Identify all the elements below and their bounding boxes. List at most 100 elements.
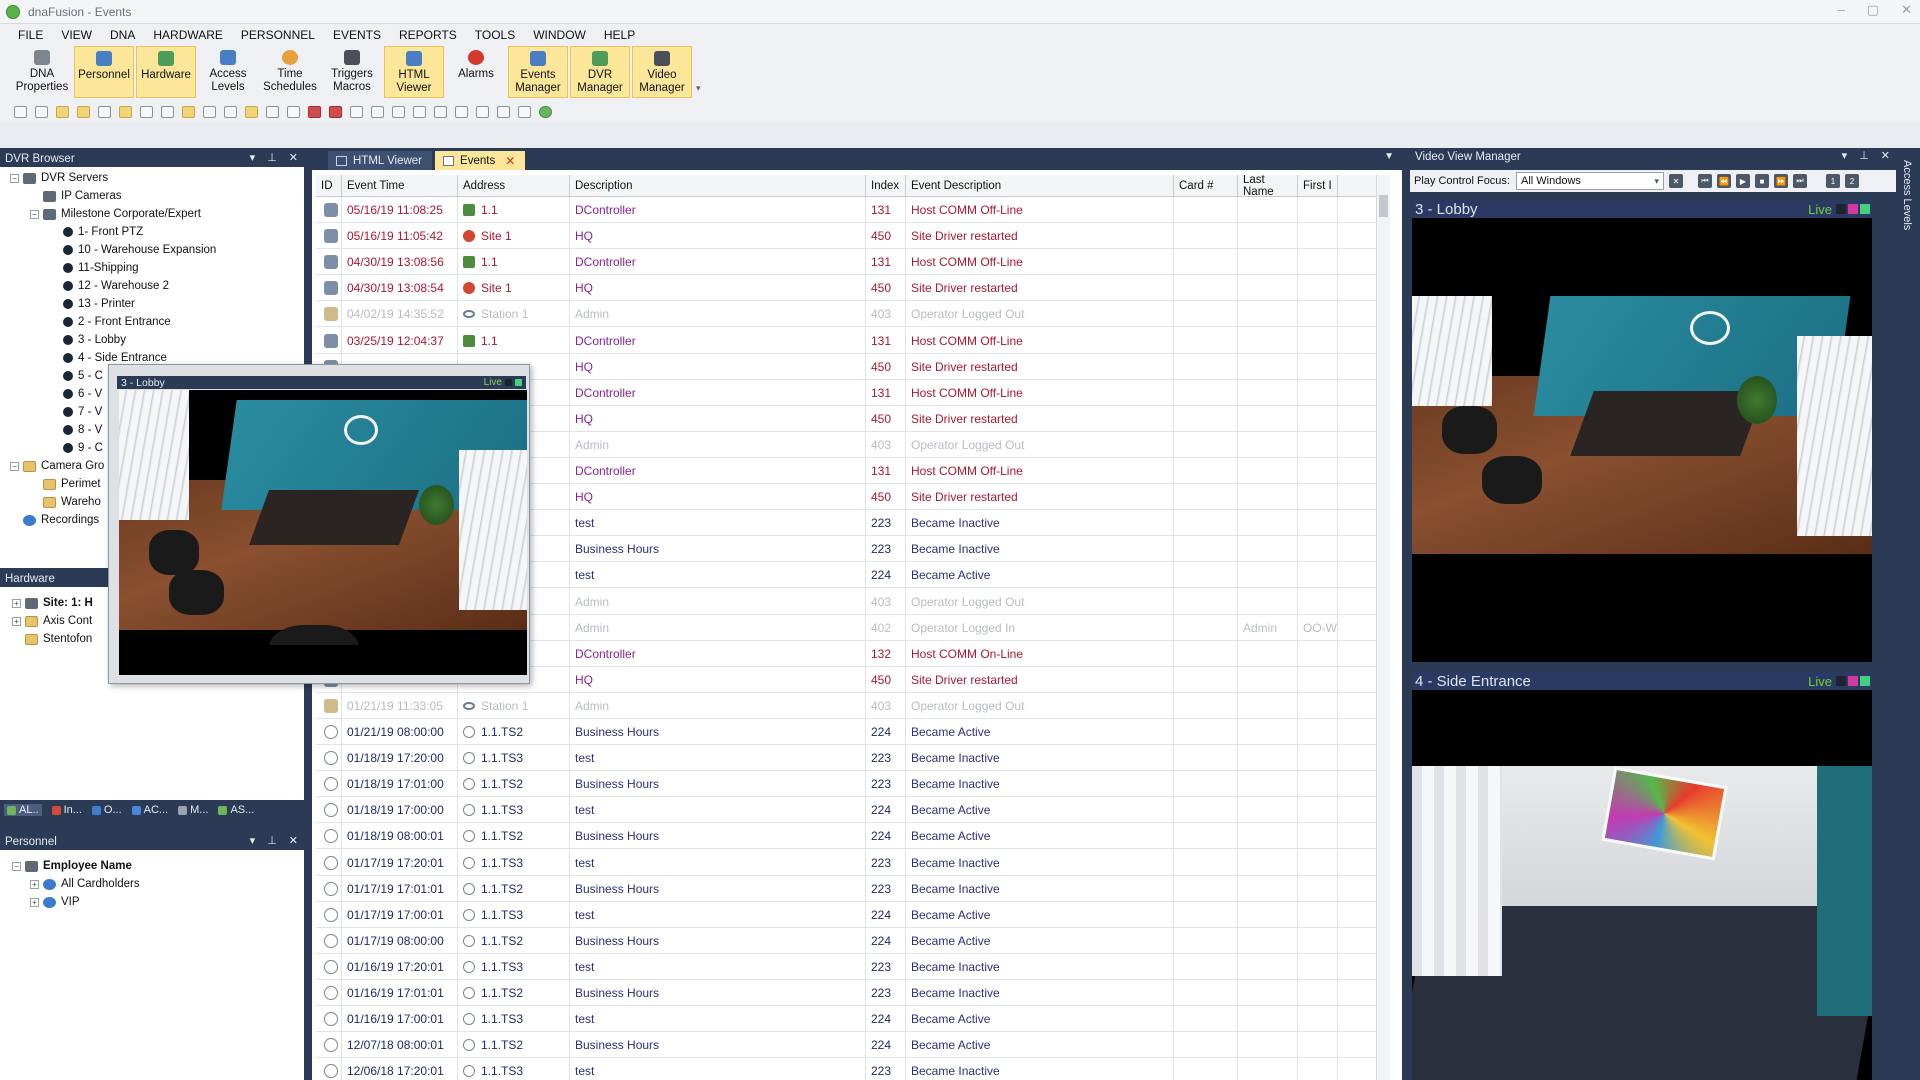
- ribbon-button-dvr-manager[interactable]: DVR Manager: [570, 46, 630, 98]
- expand-icon[interactable]: +: [30, 879, 39, 889]
- alarm-point-tool-icon[interactable]: [308, 106, 321, 118]
- close-icon[interactable]: ✕: [1881, 149, 1890, 162]
- close-tab-icon[interactable]: ✕: [505, 154, 515, 168]
- table-row[interactable]: 12/07/18 08:00:01 1.1.TS2 Business Hours 22…: [316, 1032, 1382, 1059]
- tree-item[interactable]: + VIP: [30, 893, 80, 911]
- ribbon-button-access-levels[interactable]: Access Levels: [198, 46, 258, 98]
- pin-icon[interactable]: ⊥: [1859, 149, 1869, 162]
- dropdown-icon[interactable]: ▾: [250, 151, 256, 164]
- column-header[interactable]: Last Name: [1238, 175, 1298, 198]
- dropdown-icon[interactable]: ▾: [250, 834, 256, 847]
- ribbon-button-events-manager[interactable]: Events Manager: [508, 46, 568, 98]
- pointer-tool-icon[interactable]: [14, 106, 27, 118]
- tree-item[interactable]: Recordings: [10, 511, 99, 529]
- polygon-tool-icon[interactable]: [119, 106, 132, 118]
- tree-item[interactable]: + Site: 1: H: [12, 594, 93, 612]
- table-row[interactable]: 03/25/19 12:04:37 1.1 DController 131 Host C…: [316, 327, 1382, 354]
- column-header[interactable]: First I: [1298, 175, 1338, 197]
- fast-forward-icon[interactable]: ⏩: [1773, 174, 1788, 188]
- tree-item[interactable]: − Employee Name: [12, 857, 132, 875]
- alarm-group-tool-icon[interactable]: [329, 106, 342, 118]
- grid-scrollbar[interactable]: [1376, 175, 1390, 1080]
- table-row[interactable]: 01/17/19 08:00:00 1.1.TS2 Business Hours 22…: [316, 927, 1382, 954]
- lightning-tool-icon[interactable]: [182, 106, 195, 118]
- speaker-tool-icon[interactable]: [392, 106, 405, 118]
- ribbon-button-personnel[interactable]: Personnel: [74, 46, 134, 98]
- tree-item[interactable]: − Milestone Corporate/Expert: [30, 205, 201, 223]
- menu-personnel[interactable]: PERSONNEL: [241, 28, 315, 42]
- close-icon[interactable]: ✕: [289, 151, 298, 164]
- collapse-icon[interactable]: −: [10, 461, 19, 471]
- collapse-icon[interactable]: −: [10, 173, 19, 183]
- play-icon[interactable]: ▶: [1735, 174, 1750, 188]
- minimize-icon[interactable]: –: [1838, 2, 1845, 18]
- link-tool-icon[interactable]: [287, 106, 300, 118]
- tree-item[interactable]: IP Cameras: [30, 187, 122, 205]
- tab-o[interactable]: O...: [91, 804, 122, 816]
- menu-events[interactable]: EVENTS: [333, 28, 381, 42]
- menu-file[interactable]: FILE: [18, 28, 43, 42]
- ribbon-more-icon[interactable]: ▾: [696, 83, 701, 94]
- line-tool-icon[interactable]: [35, 106, 48, 118]
- table-row[interactable]: 01/16/19 17:20:01 1.1.TS3 test 223 Became In…: [316, 953, 1382, 980]
- tab-m[interactable]: M...: [178, 804, 208, 816]
- table-row[interactable]: 04/30/19 13:08:56 1.1 DController 131 Host C…: [316, 249, 1382, 276]
- menu-reports[interactable]: REPORTS: [399, 28, 457, 42]
- expand-icon[interactable]: +: [12, 598, 21, 608]
- crosshair-tool-icon[interactable]: [455, 106, 468, 118]
- ribbon-button-alarms[interactable]: Alarms: [446, 46, 506, 98]
- tree-item[interactable]: − DVR Servers: [10, 169, 108, 187]
- table-row[interactable]: 04/02/19 14:35:52 Station 1 Admin 403 Operat…: [316, 301, 1382, 328]
- column-header[interactable]: Description: [570, 175, 866, 197]
- go-tool-icon[interactable]: [539, 106, 552, 118]
- table-row[interactable]: 12/06/18 17:20:01 1.1.TS3 test 223 Became In…: [316, 1058, 1382, 1080]
- tree-item[interactable]: 7 - V: [50, 403, 102, 421]
- column-header[interactable]: ID: [316, 175, 342, 197]
- table-row[interactable]: 01/17/19 17:00:01 1.1.TS3 test 224 Became Ac…: [316, 901, 1382, 928]
- tree-item[interactable]: 2 - Front Entrance: [50, 313, 171, 331]
- tab-in[interactable]: In...: [51, 804, 82, 816]
- table-row[interactable]: 01/21/19 11:33:05 Station 1 Admin 403 Operat…: [316, 692, 1382, 719]
- collapse-icon[interactable]: −: [30, 209, 39, 219]
- stop-icon[interactable]: ■: [1754, 174, 1769, 188]
- table-row[interactable]: 01/17/19 17:01:01 1.1.TS2 Business Hours 22…: [316, 875, 1382, 902]
- skip-back-icon[interactable]: ⏮: [1697, 174, 1712, 188]
- tab-events[interactable]: Events ✕: [435, 151, 526, 170]
- tree-item[interactable]: 5 - C: [50, 367, 103, 385]
- button-tool-icon[interactable]: [266, 106, 279, 118]
- tree-item[interactable]: Wareho: [30, 493, 101, 511]
- tab-menu-icon[interactable]: ▼: [1384, 151, 1394, 162]
- camera-tool-icon[interactable]: [371, 106, 384, 118]
- tree-item[interactable]: − Camera Gro: [10, 457, 104, 475]
- tree-item[interactable]: 13 - Printer: [50, 295, 135, 313]
- ribbon-button-dna-properties[interactable]: DNA Properties: [12, 46, 72, 98]
- layout-1-icon[interactable]: 1: [1825, 174, 1840, 188]
- pin-icon[interactable]: ⊥: [267, 151, 277, 164]
- tree-item[interactable]: 10 - Warehouse Expansion: [50, 241, 216, 259]
- layout-2-icon[interactable]: 2: [1844, 174, 1859, 188]
- tree-item[interactable]: 6 - V: [50, 385, 102, 403]
- export-tool-icon[interactable]: [497, 106, 510, 118]
- image-tool-icon[interactable]: [203, 106, 216, 118]
- text-tool-icon[interactable]: [224, 106, 237, 118]
- tree-item[interactable]: Perimet: [30, 475, 101, 493]
- close-icon[interactable]: ✕: [289, 834, 298, 847]
- table-row[interactable]: 01/18/19 17:01:00 1.1.TS2 Business Hours 22…: [316, 771, 1382, 798]
- tree-item[interactable]: 11-Shipping: [50, 259, 139, 277]
- table-row[interactable]: 01/17/19 17:20:01 1.1.TS3 test 223 Became In…: [316, 849, 1382, 876]
- expand-icon[interactable]: +: [30, 897, 39, 907]
- ribbon-button-time-schedules[interactable]: Time Schedules: [260, 46, 320, 98]
- table-row[interactable]: 04/30/19 13:08:54 Site 1 HQ 450 Site Driver …: [316, 275, 1382, 302]
- column-header[interactable]: Event Time: [342, 175, 458, 197]
- table-row[interactable]: 01/18/19 17:00:00 1.1.TS3 test 224 Became Ac…: [316, 797, 1382, 824]
- ribbon-button-video-manager[interactable]: Video Manager: [632, 46, 692, 98]
- column-header[interactable]: Address: [458, 175, 570, 197]
- tree-item[interactable]: Stentofon: [25, 630, 92, 648]
- menu-tools[interactable]: TOOLS: [475, 28, 515, 42]
- table-row[interactable]: 01/18/19 08:00:01 1.1.TS2 Business Hours 22…: [316, 823, 1382, 850]
- menu-window[interactable]: WINDOW: [533, 28, 586, 42]
- video-tile-side-entrance[interactable]: 4 - Side Entrance Live: [1412, 672, 1872, 1080]
- ribbon-button-triggers-macros[interactable]: Triggers Macros: [322, 46, 382, 98]
- tree-item[interactable]: + Axis Cont: [12, 612, 92, 630]
- table-row[interactable]: 01/18/19 17:20:00 1.1.TS3 test 223 Became In…: [316, 745, 1382, 772]
